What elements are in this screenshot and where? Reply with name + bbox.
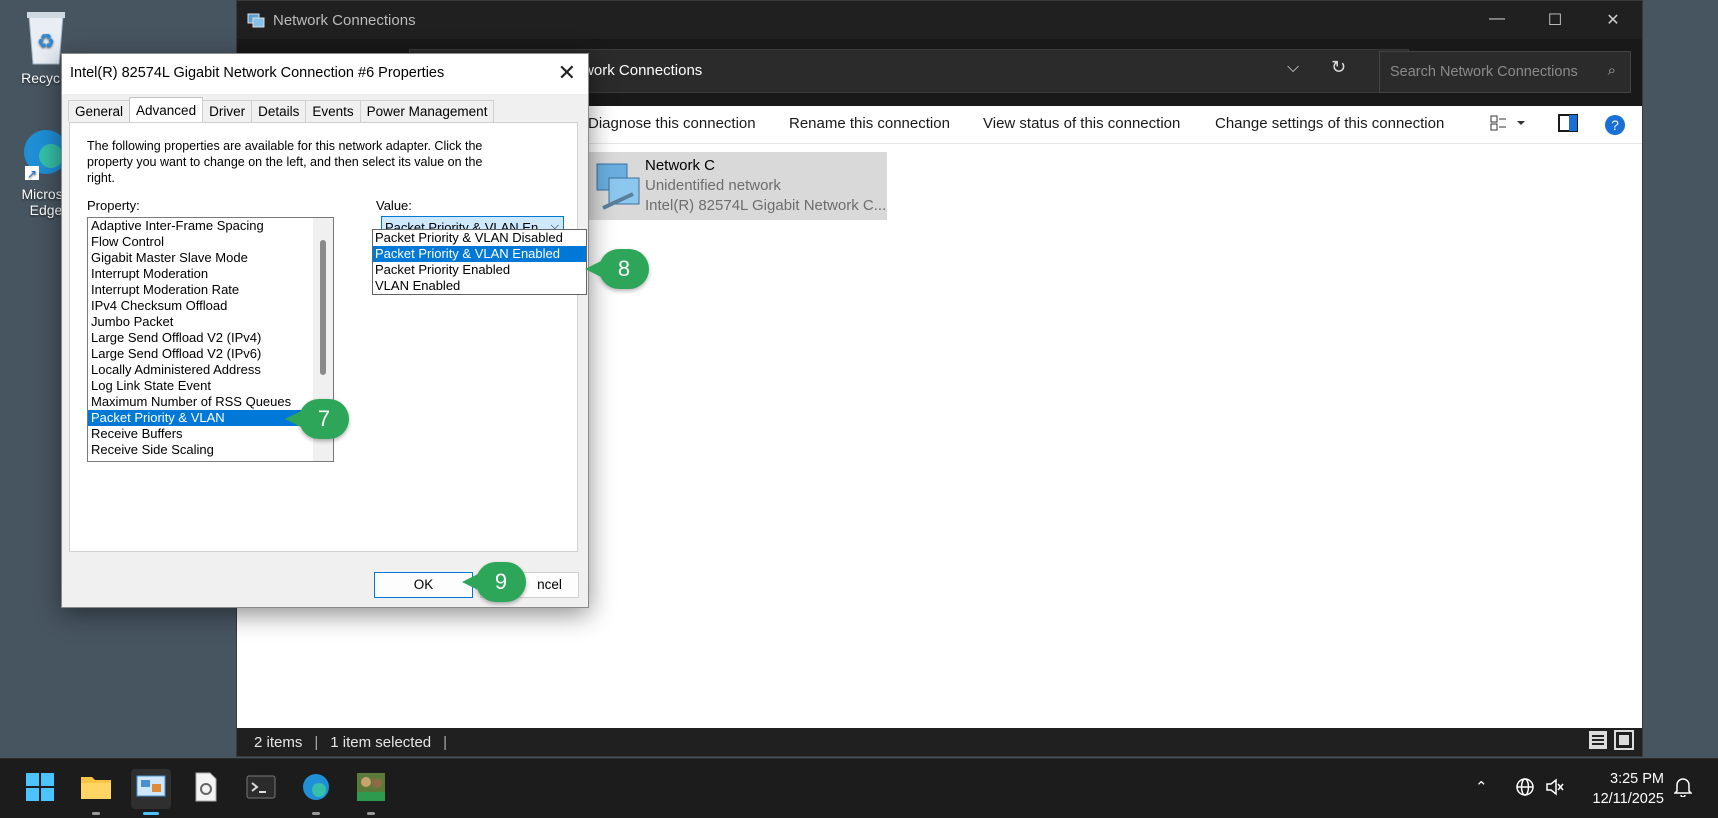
taskbar-file-explorer[interactable] xyxy=(76,769,116,815)
property-item-selected[interactable]: Packet Priority & VLAN xyxy=(88,410,312,426)
app-thumbnail-icon xyxy=(356,772,386,807)
value-option[interactable]: Packet Priority Enabled xyxy=(373,262,586,278)
property-item[interactable]: Maximum Number of RSS Queues xyxy=(88,394,333,410)
dialog-tabs: General Advanced Driver Details Events P… xyxy=(68,97,495,122)
rename-button[interactable]: Rename this connection xyxy=(789,115,950,132)
start-button[interactable] xyxy=(20,769,60,809)
change-settings-button[interactable]: Change settings of this connection xyxy=(1215,115,1444,132)
value-option[interactable]: VLAN Enabled xyxy=(373,278,586,294)
property-item[interactable]: Adaptive Inter-Frame Spacing xyxy=(88,218,333,234)
diagnose-button[interactable]: Diagnose this connection xyxy=(588,115,756,132)
ok-button[interactable]: OK xyxy=(374,572,473,598)
scrollbar-thumb[interactable] xyxy=(320,240,326,375)
search-icon: ⌕ xyxy=(1607,62,1616,79)
selected-count: 1 item selected xyxy=(330,733,432,751)
step-badge-7: 7 xyxy=(285,399,349,439)
adapter-properties-dialog: Intel(R) 82574L Gigabit Network Connecti… xyxy=(61,53,589,608)
value-dropdown-list[interactable]: Packet Priority & VLAN Disabled Packet P… xyxy=(372,229,587,295)
taskbar-settings-file[interactable] xyxy=(186,769,226,809)
view-options-icon[interactable] xyxy=(1490,114,1526,136)
windows-start-icon xyxy=(25,772,55,807)
control-panel-icon xyxy=(136,774,166,805)
gear-document-icon xyxy=(193,772,219,807)
maximize-icon[interactable]: ☐ xyxy=(1526,10,1584,30)
tab-advanced[interactable]: Advanced xyxy=(129,97,204,122)
property-item[interactable]: Interrupt Moderation xyxy=(88,266,333,282)
tab-general[interactable]: General xyxy=(68,100,131,122)
property-item[interactable]: Log Link State Event xyxy=(88,378,333,394)
step-badge-8: 8 xyxy=(585,249,649,289)
address-dropdown-icon[interactable]: ⌵ xyxy=(1287,59,1299,77)
property-item[interactable]: Gigabit Master Slave Mode xyxy=(88,250,333,266)
tab-power-management[interactable]: Power Management xyxy=(359,100,495,122)
clock[interactable]: 3:25 PM 12/11/2025 xyxy=(1593,769,1665,809)
terminal-icon xyxy=(246,775,276,804)
value-option-selected[interactable]: Packet Priority & VLAN Enabled xyxy=(373,246,586,262)
property-item[interactable]: Receive Side Scaling xyxy=(88,442,333,458)
property-item[interactable]: Flow Control xyxy=(88,234,333,250)
show-hidden-icons-icon[interactable]: ⌃ xyxy=(1475,778,1488,796)
folder-icon xyxy=(80,773,112,806)
svg-text:↗: ↗ xyxy=(27,167,37,181)
notification-bell-icon[interactable] xyxy=(1673,777,1693,801)
details-pane-icon[interactable] xyxy=(1558,114,1578,136)
value-label: Value: xyxy=(376,198,412,213)
description-text: The following properties are available f… xyxy=(87,139,483,185)
network-globe-icon[interactable] xyxy=(1515,777,1535,801)
taskbar-terminal[interactable] xyxy=(241,769,281,809)
tab-driver[interactable]: Driver xyxy=(202,100,253,122)
dialog-title: Intel(R) 82574L Gigabit Network Connecti… xyxy=(70,65,445,81)
property-item[interactable]: Locally Administered Address xyxy=(88,362,333,378)
step-badge-9: 9 xyxy=(462,562,526,602)
minimize-icon[interactable]: — xyxy=(1468,10,1526,30)
property-item[interactable]: IPv4 Checksum Offload xyxy=(88,298,333,314)
connection-status: Unidentified network xyxy=(645,177,781,194)
network-connections-icon xyxy=(247,12,265,28)
taskbar-edge[interactable] xyxy=(296,769,336,815)
close-icon[interactable]: ✕ xyxy=(1584,10,1642,30)
property-label: Property: xyxy=(87,198,140,213)
svg-text:♻: ♻ xyxy=(37,31,55,53)
tab-details[interactable]: Details xyxy=(251,100,307,122)
status-bar: 2 items | 1 item selected | xyxy=(237,728,1642,756)
value-option[interactable]: Packet Priority & VLAN Disabled xyxy=(373,230,586,246)
property-item[interactable]: Interrupt Moderation Rate xyxy=(88,282,333,298)
property-item[interactable]: Receive Buffers xyxy=(88,426,333,442)
clock-date: 12/11/2025 xyxy=(1592,791,1665,807)
large-icons-view-icon[interactable] xyxy=(1614,730,1634,754)
tab-events[interactable]: Events xyxy=(305,100,361,122)
property-item[interactable]: Large Send Offload V2 (IPv6) xyxy=(88,346,333,362)
taskbar-app[interactable] xyxy=(351,769,391,815)
view-status-button[interactable]: View status of this connection xyxy=(983,115,1180,132)
advanced-panel: The following properties are available f… xyxy=(69,122,578,552)
connection-name: Network C xyxy=(645,157,716,174)
help-icon[interactable]: ? xyxy=(1604,114,1626,140)
edge-icon xyxy=(301,772,331,807)
item-count: 2 items xyxy=(254,733,303,751)
property-item[interactable]: Jumbo Packet xyxy=(88,314,333,330)
svg-text:?: ? xyxy=(1611,117,1619,133)
property-item[interactable]: Large Send Offload V2 (IPv4) xyxy=(88,330,333,346)
volume-muted-icon[interactable] xyxy=(1545,777,1565,801)
connection-adapter: Intel(R) 82574L Gigabit Network C... xyxy=(645,197,887,214)
taskbar-control-panel[interactable] xyxy=(131,769,171,815)
network-adapter-icon xyxy=(593,158,643,214)
dialog-titlebar: Intel(R) 82574L Gigabit Network Connecti… xyxy=(62,54,588,94)
refresh-icon[interactable]: ↻ xyxy=(1331,57,1346,78)
explorer-title: Network Connections xyxy=(273,11,416,29)
details-view-icon[interactable] xyxy=(1588,730,1608,754)
clock-time: 3:25 PM xyxy=(1610,771,1664,787)
search-placeholder: Search Network Connections xyxy=(1390,64,1578,80)
dialog-close-icon[interactable]: ✕ xyxy=(558,60,576,86)
explorer-titlebar: Network Connections — ☐ ✕ xyxy=(237,1,1642,39)
taskbar: ⌃ 3:25 PM 12/11/2025 xyxy=(0,758,1718,818)
network-connection-item[interactable]: Network C Unidentified network Intel(R) … xyxy=(587,152,887,220)
search-input[interactable]: Search Network Connections ⌕ xyxy=(1379,51,1631,93)
